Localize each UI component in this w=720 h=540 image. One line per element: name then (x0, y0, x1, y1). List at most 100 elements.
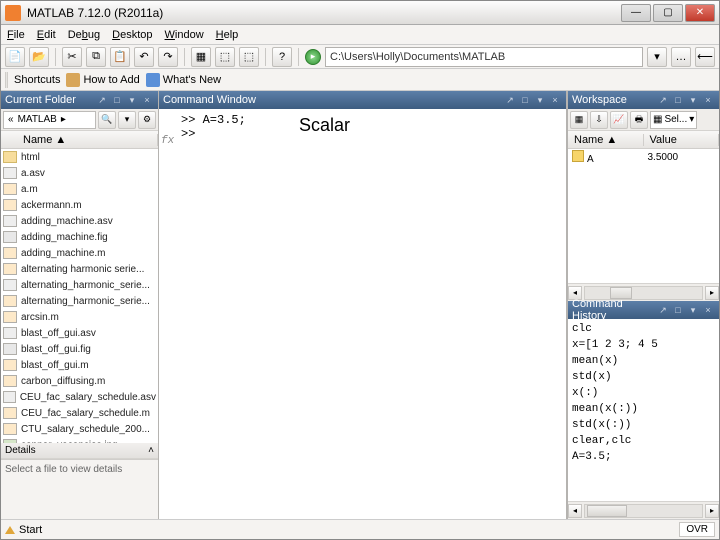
panel-close-button[interactable]: × (701, 93, 715, 107)
panel-close-button[interactable]: × (548, 93, 562, 107)
file-row[interactable]: carbon_diffusing.m (1, 373, 158, 389)
panel-max-button[interactable]: □ (518, 93, 532, 107)
workspace-select[interactable]: ▦ Sel... ▾ (650, 111, 697, 129)
file-row[interactable]: a.asv (1, 165, 158, 181)
file-row[interactable]: adding_machine.fig (1, 229, 158, 245)
file-row[interactable]: alternating harmonic serie... (1, 261, 158, 277)
folder-search-button[interactable]: 🔍 (98, 111, 116, 129)
file-row[interactable]: alternating_harmonic_serie... (1, 293, 158, 309)
folder-settings-button[interactable]: ⚙ (138, 111, 156, 129)
window-maximize-button[interactable]: ▢ (653, 4, 683, 22)
panel-undock-button[interactable]: ↗ (503, 93, 517, 107)
col-name[interactable]: Name ▲ (17, 134, 158, 146)
simulink-button[interactable]: ▦ (191, 47, 211, 67)
workspace-row[interactable]: A3.5000 (568, 149, 719, 165)
new-variable-button[interactable]: ▦ (570, 111, 588, 129)
history-line[interactable]: clc (572, 321, 715, 337)
workspace-table[interactable]: A3.5000 (568, 149, 719, 283)
file-row[interactable]: blast_off_gui.m (1, 357, 158, 373)
panel-ctx-button[interactable]: ▾ (533, 93, 547, 107)
file-row[interactable]: blast_off_gui.fig (1, 341, 158, 357)
history-line[interactable]: mean(x(:)) (572, 401, 715, 417)
help-button[interactable]: ? (272, 47, 292, 67)
scroll-right-button[interactable]: ▸ (705, 504, 719, 518)
panel-max-button[interactable]: □ (671, 303, 685, 317)
menu-window[interactable]: Window (165, 29, 204, 41)
file-row[interactable]: adding_machine.asv (1, 213, 158, 229)
import-data-button[interactable]: ⇩ (590, 111, 608, 129)
command-history-list[interactable]: clcx=[1 2 3; 4 5mean(x)std(x)x(:)mean(x(… (568, 319, 719, 501)
start-button[interactable]: Start (5, 524, 42, 536)
print-button[interactable]: 🖶 (630, 111, 648, 129)
folder-more-button[interactable]: ▾ (118, 111, 136, 129)
window-close-button[interactable]: ✕ (685, 4, 715, 22)
panel-undock-button[interactable]: ↗ (656, 93, 670, 107)
panel-max-button[interactable]: □ (671, 93, 685, 107)
col-ws-value[interactable]: Value (644, 134, 720, 146)
file-list[interactable]: htmla.asva.mackermann.madding_machine.as… (1, 149, 158, 443)
file-row[interactable]: CEU_fac_salary_schedule.m (1, 405, 158, 421)
col-ws-name[interactable]: Name ▲ (568, 134, 644, 146)
menu-desktop[interactable]: Desktop (112, 29, 152, 41)
folder-breadcrumb[interactable]: « MATLAB ▸ (3, 111, 96, 129)
scroll-thumb[interactable] (610, 287, 632, 299)
menu-help[interactable]: Help (216, 29, 239, 41)
profiler-button[interactable]: ⬚ (239, 47, 259, 67)
breadcrumb-node[interactable]: MATLAB (18, 114, 57, 125)
scroll-right-button[interactable]: ▸ (705, 286, 719, 300)
file-row[interactable]: CEU_fac_salary_schedule.asv (1, 389, 158, 405)
browse-folder-button[interactable]: … (671, 47, 691, 67)
new-file-button[interactable]: 📄 (5, 47, 25, 67)
history-line[interactable]: A=3.5; (572, 449, 715, 465)
gripper[interactable] (5, 72, 8, 88)
shortcut-whats-new[interactable]: What's New (146, 73, 221, 87)
shortcut-how-to-add[interactable]: How to Add (66, 73, 139, 87)
menu-file[interactable]: File (7, 29, 25, 41)
history-line[interactable]: std(x(:)) (572, 417, 715, 433)
file-row[interactable]: alternating_harmonic_serie... (1, 277, 158, 293)
panel-ctx-button[interactable]: ▾ (686, 303, 700, 317)
go-back-button[interactable]: ⟵ (695, 47, 715, 67)
scroll-track[interactable] (584, 504, 703, 518)
paste-button[interactable]: 📋 (110, 47, 130, 67)
file-row[interactable]: adding_machine.m (1, 245, 158, 261)
window-minimize-button[interactable]: — (621, 4, 651, 22)
panel-ctx-button[interactable]: ▾ (125, 93, 139, 107)
open-file-button[interactable]: 📂 (29, 47, 49, 67)
file-row[interactable]: html (1, 149, 158, 165)
file-row[interactable]: blast_off_gui.asv (1, 325, 158, 341)
panel-max-button[interactable]: □ (110, 93, 124, 107)
panel-close-button[interactable]: × (140, 93, 154, 107)
history-line[interactable]: mean(x) (572, 353, 715, 369)
cut-button[interactable]: ✂ (62, 47, 82, 67)
guide-button[interactable]: ⬚ (215, 47, 235, 67)
copy-button[interactable]: ⧉ (86, 47, 106, 67)
panel-undock-button[interactable]: ↗ (95, 93, 109, 107)
address-dropdown-button[interactable]: ▾ (647, 47, 667, 67)
panel-close-button[interactable]: × (701, 303, 715, 317)
panel-ctx-button[interactable]: ▾ (686, 93, 700, 107)
history-line[interactable]: x=[1 2 3; 4 5 (572, 337, 715, 353)
workspace-hscroll[interactable]: ◂ ▸ (568, 283, 719, 301)
breadcrumb-expand[interactable]: ▸ (61, 114, 66, 125)
current-folder-address[interactable]: C:\Users\Holly\Documents\MATLAB (325, 47, 643, 67)
command-window-input[interactable]: >> A=3.5; >> fx Scalar (159, 109, 566, 519)
go-up-button[interactable]: ▸ (305, 49, 321, 65)
menu-edit[interactable]: Edit (37, 29, 56, 41)
menu-debug[interactable]: Debug (68, 29, 100, 41)
history-line[interactable]: x(:) (572, 385, 715, 401)
fx-icon[interactable]: fx (161, 135, 174, 147)
undo-button[interactable]: ↶ (134, 47, 154, 67)
breadcrumb-back[interactable]: « (8, 114, 14, 125)
scroll-left-button[interactable]: ◂ (568, 504, 582, 518)
panel-undock-button[interactable]: ↗ (656, 303, 670, 317)
redo-button[interactable]: ↷ (158, 47, 178, 67)
plot-button[interactable]: 📈 (610, 111, 628, 129)
history-hscroll[interactable]: ◂ ▸ (568, 501, 719, 519)
file-row[interactable]: a.m (1, 181, 158, 197)
scroll-thumb[interactable] (587, 505, 627, 517)
file-row[interactable]: ackermann.m (1, 197, 158, 213)
file-row[interactable]: CTU_salary_schedule_200... (1, 421, 158, 437)
history-line[interactable]: std(x) (572, 369, 715, 385)
details-header[interactable]: Details ˄ (1, 443, 158, 459)
